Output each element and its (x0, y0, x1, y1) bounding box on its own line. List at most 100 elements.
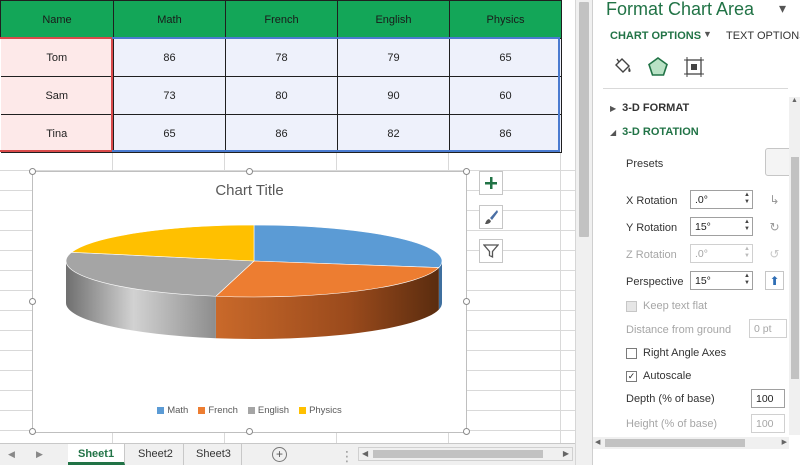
scroll-left-arrow-icon[interactable]: ◀ (362, 449, 368, 458)
perspective-value: 15° (695, 275, 711, 287)
spin-arrows-icon[interactable]: ▲ ▼ (744, 273, 750, 287)
sheet-tab-sheet3[interactable]: Sheet3 (186, 444, 242, 465)
perspective-label: Perspective (626, 276, 684, 288)
score-cell[interactable]: 86 (449, 114, 562, 153)
scroll-left-arrow-icon[interactable]: ◀ (595, 438, 600, 446)
name-cell[interactable]: Tom (0, 38, 114, 77)
sheet-tab-sheet2[interactable]: Sheet2 (128, 444, 184, 465)
height-input[interactable]: 100 (751, 414, 785, 433)
name-cell[interactable]: Sam (0, 76, 114, 115)
pane-horizontal-scrollbar[interactable]: ◀ ▶ (593, 437, 789, 449)
score-cell[interactable]: 60 (449, 76, 562, 115)
chart-area[interactable]: Chart Title Math French English Physics (29, 168, 470, 435)
section-label: 3-D ROTATION (622, 126, 699, 138)
pane-vertical-scrollbar[interactable]: ▲ (789, 97, 800, 435)
size-properties-icon (684, 57, 704, 77)
sheet-horizontal-scrollbar[interactable]: ◀ ▶ (358, 447, 573, 461)
score-cell[interactable]: 65 (449, 38, 562, 77)
pie-slice-math[interactable] (253, 224, 443, 268)
depth-input[interactable]: 100 (751, 389, 785, 408)
spin-arrows-icon[interactable]: ▲ ▼ (744, 219, 750, 233)
scroll-thumb[interactable] (791, 157, 799, 379)
keep-text-flat-checkbox[interactable] (626, 301, 637, 312)
chart-elements-button[interactable] (479, 171, 503, 195)
effects-tab[interactable] (645, 54, 671, 80)
more-options-icon[interactable]: ⋮ (340, 448, 354, 465)
x-rotation-label: X Rotation (626, 195, 678, 207)
fill-line-tab[interactable] (609, 54, 635, 80)
perspective-input[interactable]: 15° ▲ ▼ (690, 271, 753, 290)
scroll-up-icon[interactable]: ▲ (791, 97, 798, 104)
resize-handle[interactable] (29, 428, 36, 435)
scroll-right-icon[interactable]: ▶ (36, 449, 43, 460)
sheet-tab-sheet1[interactable]: Sheet1 (68, 444, 126, 465)
score-cell[interactable]: 80 (225, 76, 338, 115)
header-cell[interactable]: French (225, 0, 338, 39)
score-cell[interactable]: 90 (337, 76, 450, 115)
table-row: Tom 86 78 79 65 (0, 38, 562, 77)
legend-swatch (299, 407, 307, 414)
z-rotation-input[interactable]: .0° ▲ ▼ (690, 244, 753, 263)
resize-handle[interactable] (463, 428, 470, 435)
section-3d-rotation[interactable]: ◢ 3-D ROTATION (610, 126, 699, 138)
pane-options-icon[interactable]: ▾ (779, 0, 786, 17)
legend-label: Math (167, 405, 189, 416)
pie-slices (65, 224, 443, 298)
arrow-up-icon[interactable]: ⬆ (765, 271, 784, 290)
worksheet-area[interactable]: Name Math French English Physics Tom 86 … (0, 0, 575, 443)
spin-arrows-icon[interactable]: ▲ ▼ (744, 192, 750, 206)
name-cell[interactable]: Tina (0, 114, 114, 153)
legend-entry[interactable]: English (247, 405, 289, 416)
pie-chart-plot[interactable] (33, 172, 468, 402)
distance-input[interactable]: 0 pt (749, 319, 787, 338)
legend-swatch (198, 407, 206, 414)
autoscale-checkbox[interactable]: ✓ (626, 371, 637, 382)
tab-text-options[interactable]: TEXT OPTIONS (726, 30, 800, 42)
plus-icon (485, 177, 497, 189)
y-rotation-input[interactable]: 15° ▲ ▼ (690, 217, 753, 236)
section-3d-format[interactable]: ▶ 3-D FORMAT (610, 102, 689, 114)
chart-filters-button[interactable] (479, 239, 503, 263)
spin-arrows-icon[interactable]: ▲ ▼ (744, 246, 750, 260)
sheet-vertical-scrollbar[interactable] (575, 0, 592, 465)
scroll-thumb[interactable] (373, 450, 543, 458)
chevron-down-icon[interactable]: ▼ (703, 29, 712, 39)
rotate-z-icon[interactable]: ↺ (765, 244, 784, 263)
scroll-left-icon[interactable]: ◀ (8, 449, 15, 460)
pane-tabs: CHART OPTIONS ▼ TEXT OPTIONS (593, 28, 800, 46)
legend-label: Physics (309, 405, 342, 416)
scroll-right-arrow-icon[interactable]: ▶ (782, 438, 787, 446)
score-cell[interactable]: 86 (225, 114, 338, 153)
chart-legend[interactable]: Math French English Physics (33, 405, 466, 416)
legend-entry[interactable]: Physics (299, 405, 342, 416)
table-row: Tina 65 86 82 86 (0, 114, 562, 153)
resize-handle[interactable] (246, 428, 253, 435)
depth-label: Depth (% of base) (626, 393, 715, 405)
chart-styles-button[interactable] (479, 205, 503, 229)
score-cell[interactable]: 82 (337, 114, 450, 153)
add-sheet-icon[interactable]: + (272, 447, 287, 462)
legend-entry[interactable]: French (198, 405, 238, 416)
size-properties-tab[interactable] (681, 54, 707, 80)
header-cell[interactable]: Math (113, 0, 226, 39)
scroll-thumb[interactable] (579, 2, 589, 237)
paint-bucket-icon (615, 58, 631, 73)
score-cell[interactable]: 65 (113, 114, 226, 153)
header-cell[interactable]: English (337, 0, 450, 39)
header-cell[interactable]: Name (0, 0, 114, 39)
rotate-y-icon[interactable]: ↻ (765, 217, 784, 236)
score-cell[interactable]: 78 (225, 38, 338, 77)
rotate-x-icon[interactable]: ↳ (765, 190, 784, 209)
legend-entry[interactable]: Math (157, 405, 188, 416)
x-rotation-input[interactable]: .0° ▲ ▼ (690, 190, 753, 209)
tab-chart-options[interactable]: CHART OPTIONS (610, 30, 701, 42)
score-cell[interactable]: 79 (337, 38, 450, 77)
right-angle-axes-checkbox[interactable] (626, 348, 637, 359)
scroll-thumb[interactable] (605, 439, 745, 447)
scroll-right-arrow-icon[interactable]: ▶ (563, 449, 569, 458)
presets-label: Presets (626, 158, 664, 170)
header-cell[interactable]: Physics (449, 0, 562, 39)
score-cell[interactable]: 86 (113, 38, 226, 77)
pie-slice-side-math[interactable] (438, 261, 442, 310)
score-cell[interactable]: 73 (113, 76, 226, 115)
